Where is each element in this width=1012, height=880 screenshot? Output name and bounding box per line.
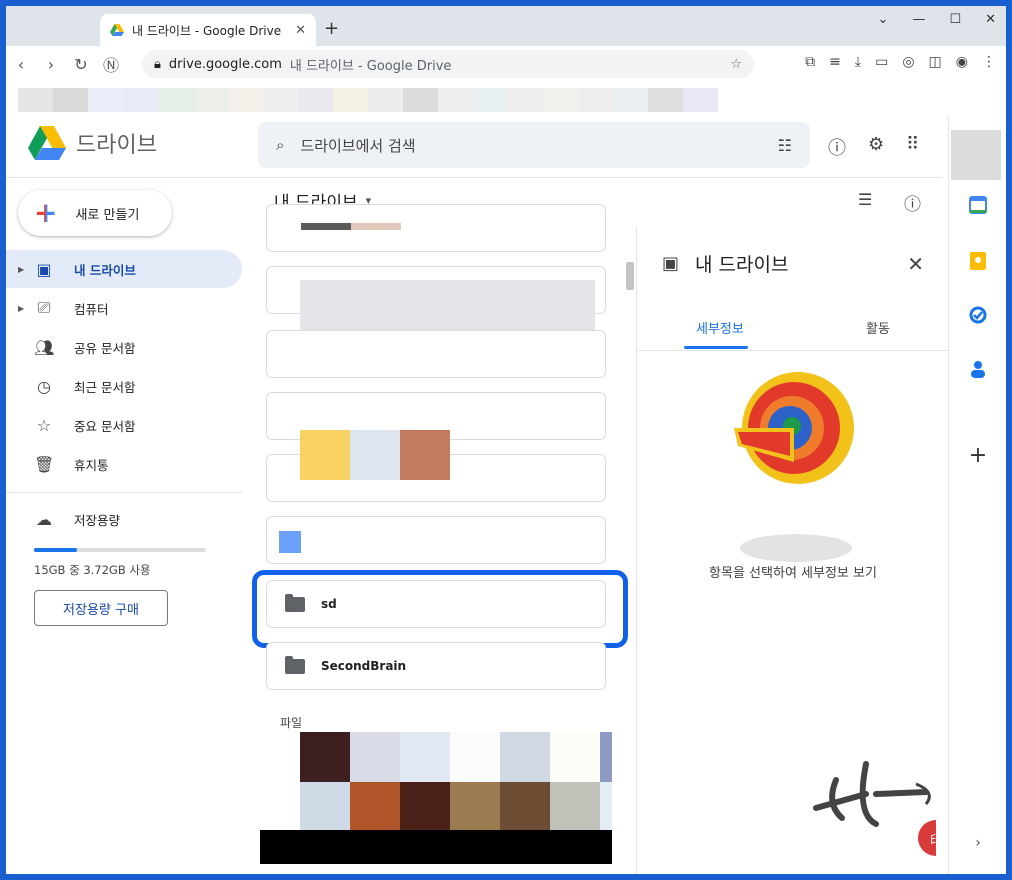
window-frame [0,0,1012,880]
